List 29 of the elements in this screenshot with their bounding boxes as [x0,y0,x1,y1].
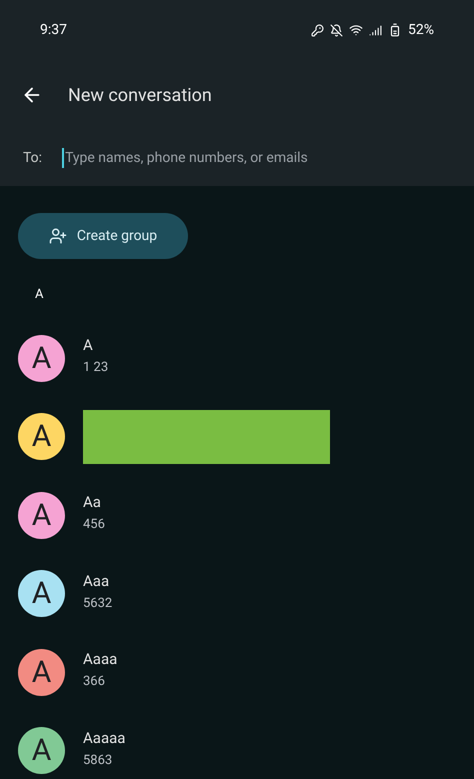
status-time: 9:37 [40,20,67,40]
to-label: To: [23,148,42,168]
contact-number: 5863 [83,752,114,769]
create-group-button[interactable]: Create group [18,213,188,259]
contact-name[interactable]: A [83,336,108,354]
screen-title: New conversation [68,84,212,108]
contact-avatar: A [18,648,65,696]
wifi-icon [349,23,363,37]
contact-avatar: A [18,727,65,774]
contact-name[interactable]: Aaaaa [83,728,126,747]
contact-name[interactable]: Aaaa [83,650,118,668]
section-letter: A [35,287,44,302]
contact-number: 366 [83,674,106,690]
recipient-field[interactable]: Type names, phone numbers, or emails [62,148,474,168]
mute-icon [330,24,343,36]
battery-icon [388,23,402,37]
contact-name[interactable]: Aa [83,493,105,512]
contact-avatar: A [18,413,65,460]
contact-number: 5632 [83,596,112,612]
add-person-icon [48,227,67,245]
signal-icon [369,24,382,36]
contact-number: 1 23 [83,360,108,376]
contact-number: 456 [83,517,105,534]
contact-avatar: A [18,334,65,382]
contact-avatar: A [18,492,65,539]
contact-name[interactable]: Aaa [83,572,112,590]
battery-level: 52% [408,20,434,40]
vpn-key-icon [311,24,324,36]
contact-avatar: A [18,570,65,618]
